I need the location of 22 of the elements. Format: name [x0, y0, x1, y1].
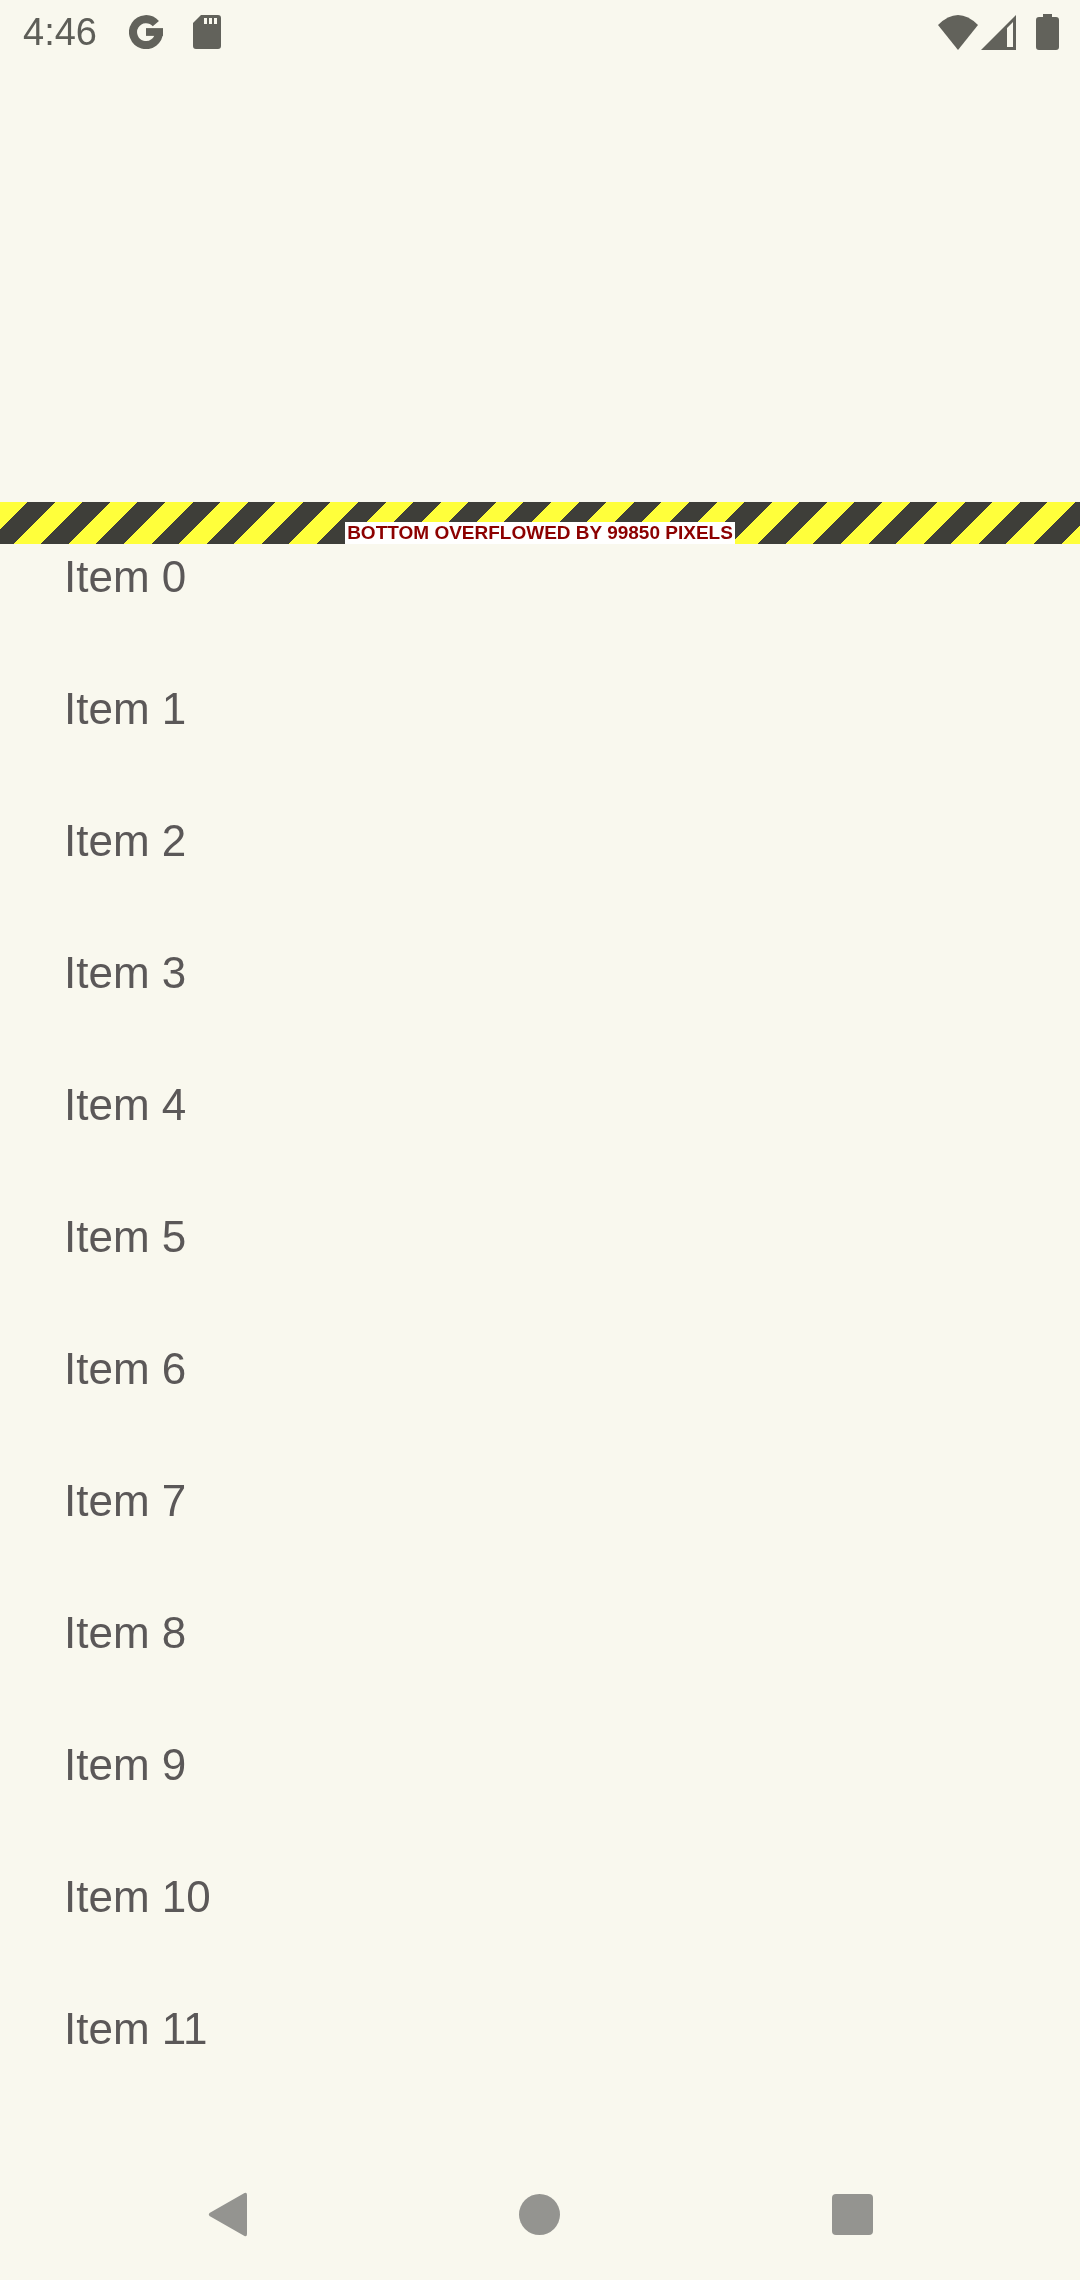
- list-item: Item 9: [64, 1739, 187, 1791]
- recents-icon[interactable]: [831, 2193, 873, 2235]
- list-item: Item 4: [64, 1079, 187, 1131]
- home-icon[interactable]: [518, 2193, 560, 2235]
- back-icon[interactable]: [207, 2191, 247, 2237]
- list-item: Item 0: [64, 551, 187, 603]
- list-item: Item 2: [64, 815, 187, 867]
- status-time: 4:46: [23, 13, 97, 51]
- sd-card-icon: [192, 15, 221, 49]
- list-item: Item 3: [64, 947, 187, 999]
- list-item: Item 10: [64, 1871, 211, 1923]
- list-item: Item 1: [64, 683, 187, 735]
- list-item: Item 8: [64, 1607, 187, 1659]
- list-item: Item 6: [64, 1343, 187, 1395]
- wifi-icon: [938, 14, 978, 50]
- list-item: Item 11: [64, 2003, 208, 2055]
- list-item: Item 5: [64, 1211, 187, 1263]
- g-icon: [128, 15, 163, 49]
- overflow-warning-text: BOTTOM OVERFLOWED BY 99850 PIXELS: [345, 522, 735, 544]
- list-item: Item 7: [64, 1475, 187, 1527]
- battery-icon: [1036, 14, 1059, 50]
- signal-icon: [981, 14, 1016, 50]
